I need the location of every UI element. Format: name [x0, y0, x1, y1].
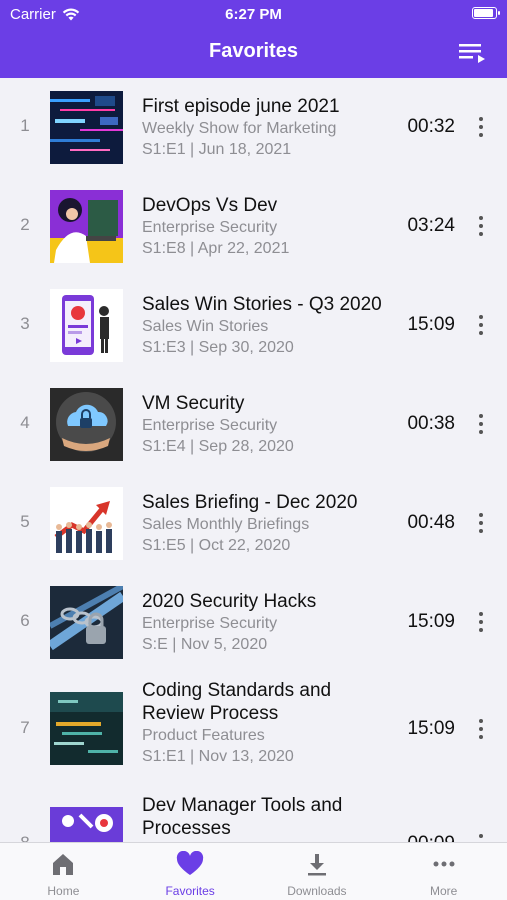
more-options-icon[interactable] [469, 407, 493, 441]
more-options-icon[interactable] [469, 712, 493, 746]
episode-meta: S1:E4 | Sep 28, 2020 [142, 438, 294, 455]
episode-show: Weekly Show for Marketing [142, 120, 337, 137]
episode-index: 2 [20, 215, 30, 234]
tab-label: More [429, 884, 458, 898]
clock: 6:27 PM [225, 6, 282, 23]
tab-downloads[interactable]: Downloads [254, 843, 381, 900]
status-bar: Carrier 6:27 PM [0, 0, 507, 28]
episode-artwork [50, 692, 123, 765]
episode-artwork [50, 289, 123, 362]
episode-row-2[interactable]: 2 DevOps Vs Dev Enterprise Security S1:E… [0, 177, 507, 276]
download-icon [307, 854, 326, 876]
navigation-bar: Favorites [0, 28, 507, 78]
episode-show: Sales Monthly Briefings [142, 516, 310, 533]
episode-artwork [50, 807, 123, 842]
more-options-icon[interactable] [469, 308, 493, 342]
tab-favorites[interactable]: Favorites [127, 843, 254, 900]
episode-title: 2020 Security Hacks [142, 591, 317, 612]
more-options-icon[interactable] [469, 110, 493, 144]
episode-row-1[interactable]: 1 First episode june 2021 Weekly Show fo… [0, 78, 507, 177]
heart-icon [176, 851, 204, 875]
episode-index: 7 [20, 718, 30, 737]
playlist-button[interactable] [459, 42, 487, 64]
episode-index: 3 [20, 314, 30, 333]
tab-label: Favorites [165, 884, 215, 898]
episode-row-8[interactable]: 8 Dev Manager Tools and Processes 00:09 [0, 787, 507, 842]
episode-title: VM Security [142, 393, 245, 414]
episode-row-6[interactable]: 6 2020 Security Hacks Enterprise Securit… [0, 573, 507, 672]
favorites-list[interactable]: 1 First episode june 2021 Weekly Show fo… [0, 78, 507, 842]
episode-title: Sales Briefing - Dec 2020 [142, 492, 358, 513]
episode-row-7[interactable]: 7 Coding Standards and Review Process Pr… [0, 672, 507, 787]
playlist-icon [459, 44, 485, 63]
episode-meta: S1:E3 | Sep 30, 2020 [142, 339, 294, 356]
episode-artwork [50, 91, 123, 164]
episode-index: 8 [14, 833, 36, 842]
episode-meta: S1:E1 | Jun 18, 2021 [142, 141, 292, 158]
episode-duration: 15:09 [407, 314, 455, 335]
battery-icon [472, 7, 500, 19]
episode-index: 5 [20, 512, 30, 531]
more-options-icon[interactable] [469, 209, 493, 243]
tab-label: Downloads [287, 884, 347, 898]
tab-home[interactable]: Home [0, 843, 127, 900]
episode-row-5[interactable]: 5 Sales Briefing - Dec 2020 Sales Monthl… [0, 474, 507, 573]
episode-meta: S1:E1 | Nov 13, 2020 [142, 748, 294, 765]
episode-show: Product Features [142, 727, 265, 744]
episode-show: Enterprise Security [142, 417, 278, 434]
home-icon [53, 854, 74, 875]
episode-meta: S1:E5 | Oct 22, 2020 [142, 537, 291, 554]
episode-title: DevOps Vs Dev [142, 195, 278, 216]
episode-artwork [50, 586, 123, 659]
episode-index: 4 [20, 413, 30, 432]
episode-duration: 00:09 [407, 833, 455, 842]
more-options-icon[interactable] [469, 506, 493, 540]
episode-duration: 00:32 [407, 116, 455, 137]
tab-label: Home [47, 884, 80, 898]
episode-artwork [50, 190, 123, 263]
episode-meta: S1:E8 | Apr 22, 2021 [142, 240, 290, 257]
episode-row-4[interactable]: 4 VM Security Enterprise Security S1:E4 … [0, 375, 507, 474]
more-options-icon[interactable] [469, 605, 493, 639]
episode-show: Sales Win Stories [142, 318, 269, 335]
episode-show: Enterprise Security [142, 615, 278, 632]
episode-duration: 03:24 [407, 215, 455, 236]
episode-title: Dev Manager Tools and Processes [142, 795, 343, 839]
episode-duration: 15:09 [407, 718, 455, 739]
tab-more[interactable]: More [380, 843, 507, 900]
episode-artwork [50, 487, 123, 560]
episode-artwork [50, 388, 123, 461]
episode-index: 6 [20, 611, 30, 630]
episode-show: Enterprise Security [142, 219, 278, 236]
episode-row-3[interactable]: 3 Sales Win Stories - Q3 2020 Sales Win … [0, 276, 507, 375]
episode-index: 1 [20, 116, 30, 135]
episode-meta: S:E | Nov 5, 2020 [142, 636, 268, 653]
episode-duration: 15:09 [407, 611, 455, 632]
episode-title: Sales Win Stories - Q3 2020 [142, 294, 382, 315]
more-icon [433, 861, 455, 867]
episode-duration: 00:38 [407, 413, 455, 434]
episode-duration: 00:48 [407, 512, 455, 533]
episode-title: First episode june 2021 [142, 96, 340, 117]
page-title: Favorites [209, 40, 298, 62]
more-options-icon[interactable] [469, 827, 493, 842]
episode-title: Coding Standards and Review Process [142, 680, 332, 724]
tab-bar: Home Favorites Downloads More [0, 842, 507, 900]
